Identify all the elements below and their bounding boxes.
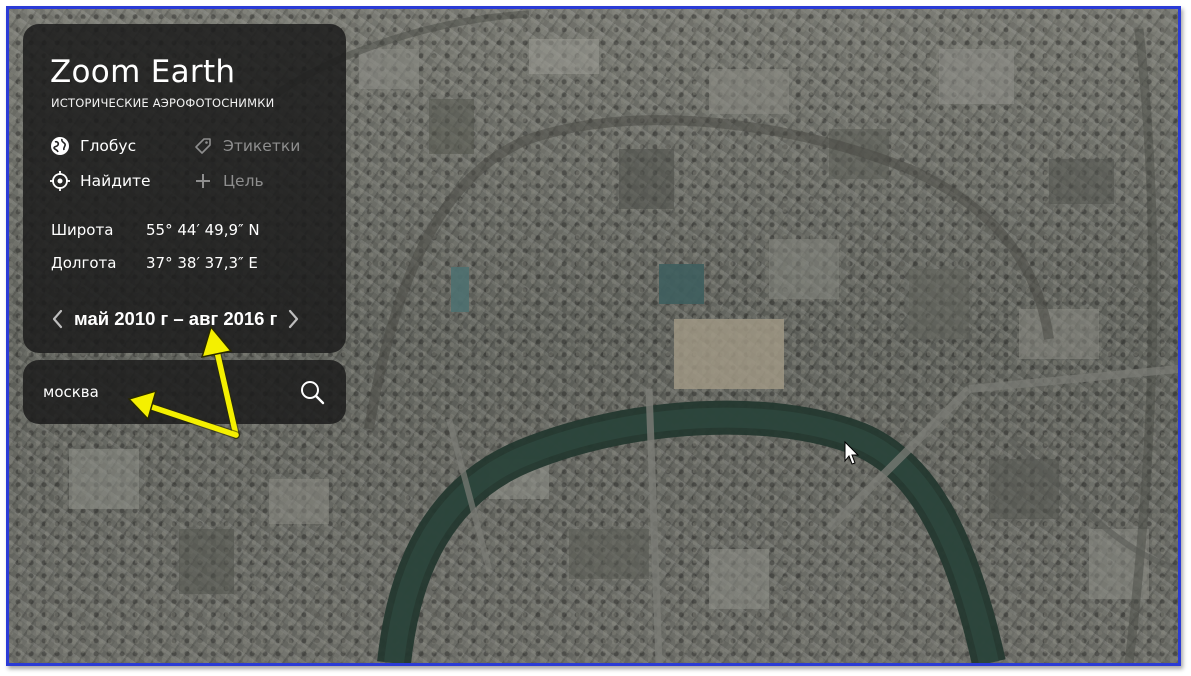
- date-range-selector: май 2010 г – авг 2016 г: [47, 304, 327, 334]
- search-button[interactable]: [294, 374, 330, 410]
- globe-icon: [51, 137, 69, 155]
- longitude-value: 37° 38′ 37,3″ E: [146, 254, 258, 272]
- target-button[interactable]: Цель: [193, 171, 264, 191]
- crosshair-icon: [50, 171, 70, 191]
- globe-button[interactable]: Глобус: [50, 136, 136, 156]
- date-range-text[interactable]: май 2010 г – авг 2016 г: [74, 308, 277, 330]
- app-title: Zoom Earth: [50, 54, 236, 90]
- prev-date-button[interactable]: [47, 304, 69, 334]
- target-label: Цель: [223, 172, 264, 190]
- chevron-right-icon: [289, 309, 299, 329]
- latitude-value: 55° 44′ 49,9″ N: [146, 221, 260, 239]
- labels-label: Этикетки: [223, 137, 301, 155]
- screenshot-frame: Zoom Earth ИСТОРИЧЕСКИЕ АЭРОФОТОСНИМКИ Г…: [6, 6, 1181, 666]
- info-panel: Zoom Earth ИСТОРИЧЕСКИЕ АЭРОФОТОСНИМКИ Г…: [23, 24, 346, 353]
- find-button[interactable]: Найдите: [50, 171, 151, 191]
- labels-button[interactable]: Этикетки: [193, 136, 300, 156]
- chevron-left-icon: [52, 309, 63, 329]
- search-icon: [301, 381, 325, 405]
- latitude-label: Широта: [51, 221, 114, 239]
- app-subtitle: ИСТОРИЧЕСКИЕ АЭРОФОТОСНИМКИ: [51, 96, 275, 110]
- next-date-button[interactable]: [282, 304, 304, 334]
- search-bar: [23, 360, 346, 424]
- find-label: Найдите: [80, 172, 151, 190]
- plus-icon: [196, 174, 210, 188]
- globe-label: Глобус: [80, 137, 137, 155]
- longitude-label: Долгота: [51, 254, 117, 272]
- tag-icon: [195, 138, 211, 154]
- search-input[interactable]: [43, 378, 273, 406]
